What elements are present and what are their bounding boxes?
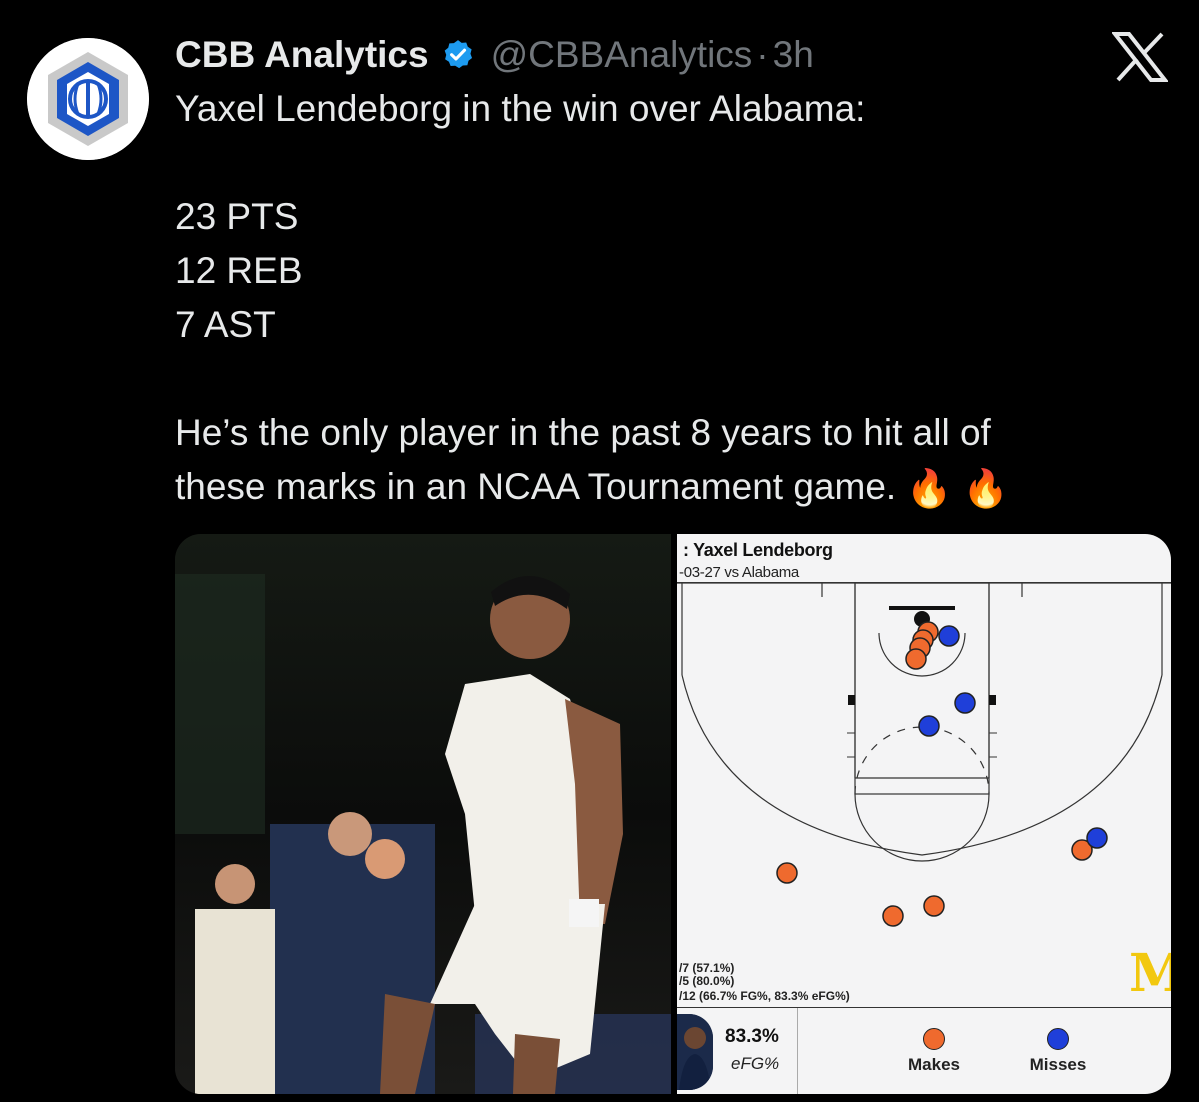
player-photo[interactable] (175, 534, 671, 1094)
legend-misses: Misses (1008, 1028, 1108, 1075)
cbb-analytics-logo-icon (27, 38, 149, 160)
stat-rebounds: 12 REB (175, 250, 303, 291)
make-dot-icon (923, 1028, 945, 1050)
shot-miss-marker (1086, 827, 1108, 849)
account-handle[interactable]: @CBBAnalytics (491, 34, 753, 76)
shot-miss-marker (938, 625, 960, 647)
stat-assists: 7 AST (175, 304, 276, 345)
shot-make-marker (923, 895, 945, 917)
stat-line-3: /12 (66.7% FG%, 83.3% eFG%) (679, 989, 850, 1003)
chart-title-prefix: : (683, 540, 689, 560)
shot-miss-marker (954, 692, 976, 714)
shot-make-marker (776, 862, 798, 884)
chart-subtitle: -03-27 vs Alabama (679, 564, 799, 581)
tweet-timestamp[interactable]: 3h (773, 34, 814, 76)
tweet-header: CBB Analytics @CBBAnalytics · 3h (175, 30, 814, 80)
court-diagram (677, 583, 1171, 1003)
stat-points: 23 PTS (175, 196, 299, 237)
tweet-line-text: these marks in an NCAA Tournament game. (175, 466, 897, 507)
separator-dot: · (756, 34, 769, 75)
shot-chart: : Yaxel Lendeborg -03-27 vs Alabama /7 (… (677, 534, 1171, 1094)
shot-miss-marker (918, 715, 940, 737)
legend-misses-label: Misses (1029, 1055, 1087, 1074)
x-logo-icon (1112, 32, 1168, 82)
miss-dot-icon (1047, 1028, 1069, 1050)
verified-badge-icon (441, 38, 475, 72)
chart-title-text: Yaxel Lendeborg (693, 540, 833, 560)
shot-make-marker (882, 905, 904, 927)
shot-make-marker (905, 648, 927, 670)
media-attachment[interactable]: : Yaxel Lendeborg -03-27 vs Alabama /7 (… (175, 534, 1171, 1094)
legend-makes-label: Makes (908, 1055, 960, 1074)
fire-emoji: 🔥 🔥 (906, 468, 1009, 510)
efg-label: eFG% (731, 1054, 780, 1073)
tweet-line: Yaxel Lendeborg in the win over Alabama: (175, 88, 866, 129)
tweet-body: Yaxel Lendeborg in the win over Alabama:… (175, 82, 1175, 516)
chart-footer: 83.3% eFG% Makes Misses (677, 1007, 1171, 1094)
tweet-line: these marks in an NCAA Tournament game. 🔥… (175, 460, 1175, 516)
account-name[interactable]: CBB Analytics (175, 34, 429, 76)
tweet-line: He’s the only player in the past 8 years… (175, 412, 991, 453)
legend-makes: Makes (884, 1028, 984, 1075)
chart-title: : Yaxel Lendeborg (683, 540, 833, 561)
avatar[interactable] (27, 38, 149, 160)
efg-value: 83.3% (725, 1026, 779, 1047)
player-thumbnail (677, 1014, 713, 1090)
stat-line-2: /5 (80.0%) (679, 974, 735, 988)
michigan-logo: M (1129, 943, 1171, 1004)
